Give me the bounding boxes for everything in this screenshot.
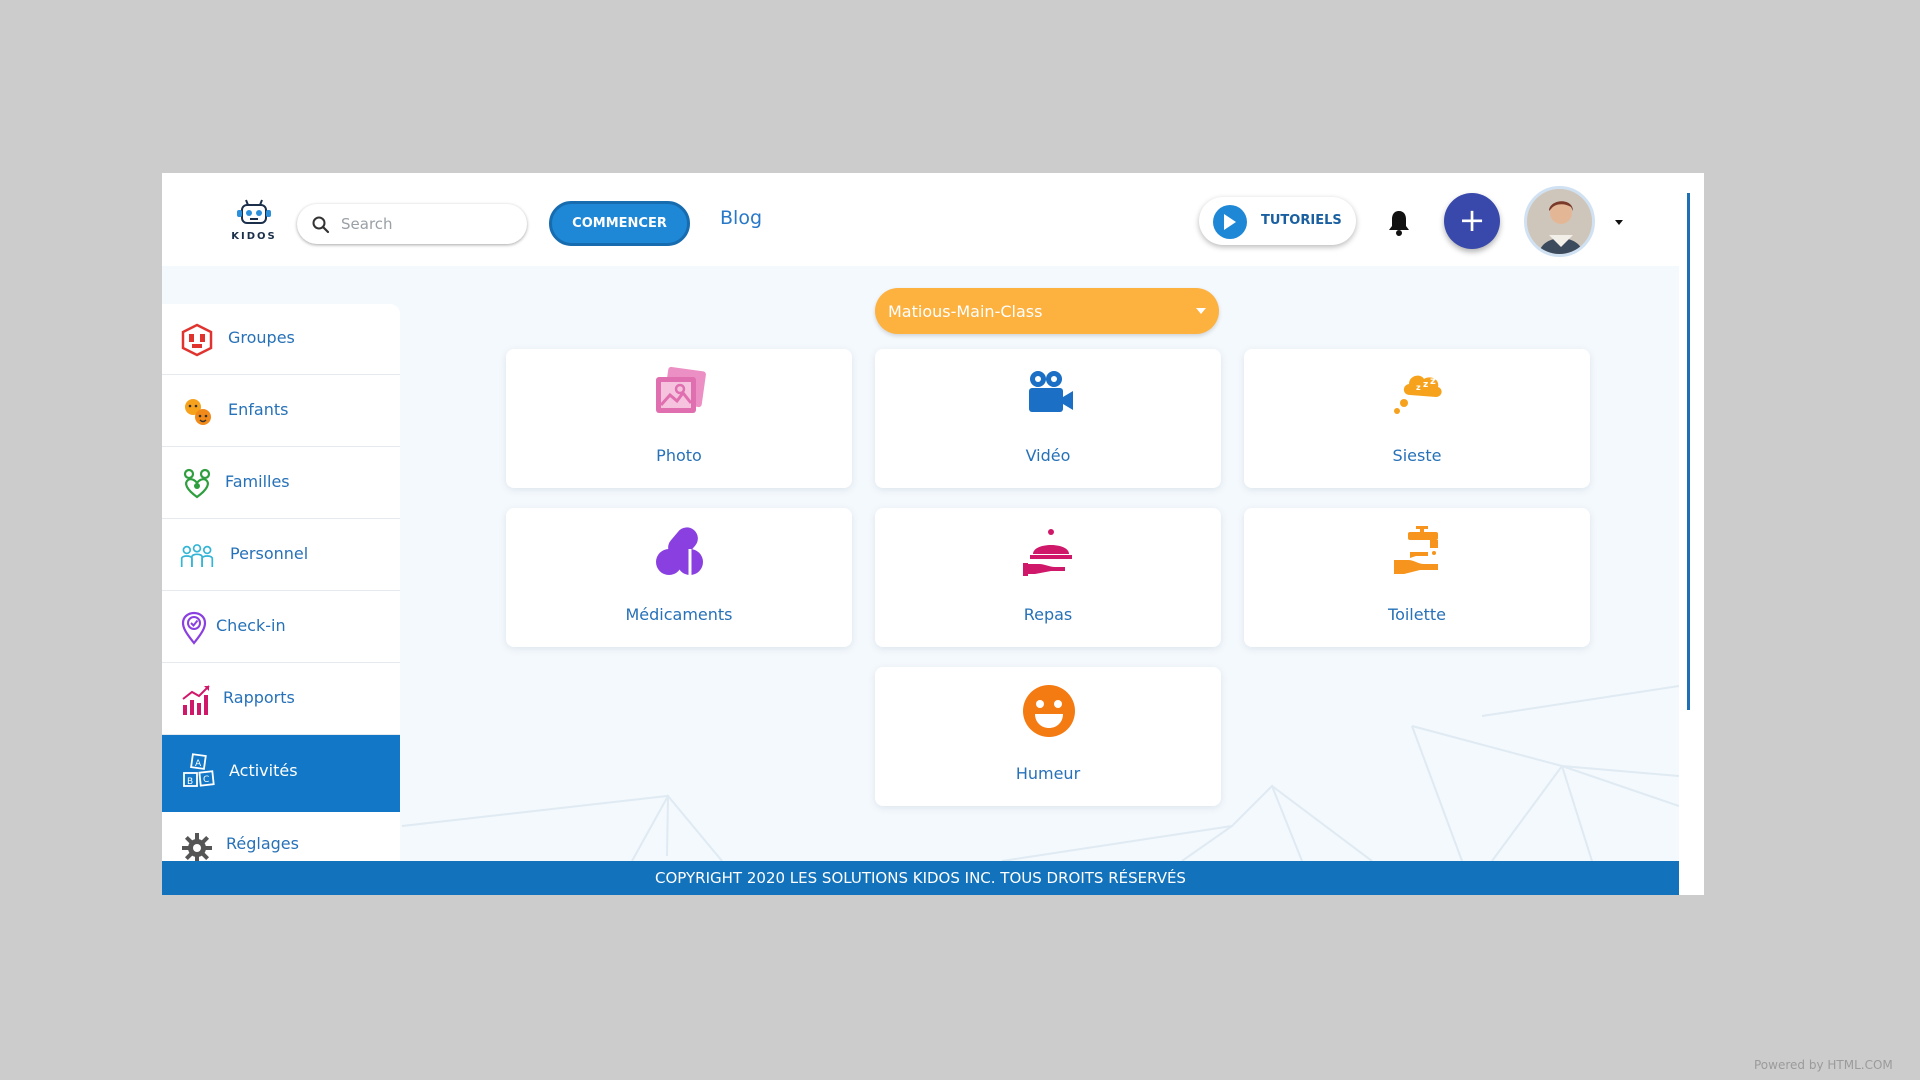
sidebar-item-activites[interactable]: A B C Activités (162, 735, 400, 812)
tutoriels-button[interactable]: TUTORIELS (1199, 197, 1356, 245)
abc-blocks-icon: A B C (183, 753, 215, 787)
activity-label: Toilette (1388, 605, 1446, 624)
sidebar-item-label: Familles (225, 472, 290, 491)
tutoriels-label: TUTORIELS (1261, 213, 1342, 228)
search-box (297, 204, 527, 244)
kidos-logo[interactable]: KIDOS (228, 199, 280, 245)
sidebar-item-label: Personnel (230, 544, 309, 563)
class-select-value: Matious-Main-Class (888, 302, 1043, 321)
top-bar: KIDOS COMMENCER Blog TUTORIELS + (162, 173, 1704, 266)
activity-tile-toilette[interactable]: Toilette (1244, 508, 1590, 647)
sidebar-item-label: Groupes (228, 328, 295, 347)
footer-copyright: COPYRIGHT 2020 LES SOLUTIONS KIDOS INC. … (162, 861, 1679, 895)
sidebar-item-personnel[interactable]: Personnel (162, 520, 400, 591)
groups-icon (181, 323, 213, 357)
sidebar-item-enfants[interactable]: Enfants (162, 376, 400, 447)
activity-tile-medicaments[interactable]: Médicaments (506, 508, 852, 647)
notification-bell-icon[interactable] (1386, 209, 1412, 237)
blog-link[interactable]: Blog (720, 207, 762, 229)
avatar-photo-icon (1527, 189, 1592, 254)
app-window: KIDOS COMMENCER Blog TUTORIELS + (162, 173, 1704, 895)
activity-tile-sieste[interactable]: z z z Sieste (1244, 349, 1590, 488)
sidebar-item-check-in[interactable]: Check-in (162, 592, 400, 663)
gear-icon (182, 833, 212, 861)
commencer-button[interactable]: COMMENCER (549, 201, 690, 246)
checkin-pin-icon (181, 611, 207, 645)
activity-label: Sieste (1392, 446, 1442, 465)
sidebar: Groupes Enfants Familles Personnel Check… (162, 304, 400, 861)
pills-icon (656, 527, 703, 575)
sidebar-item-groupes[interactable]: Groupes (162, 304, 400, 375)
staff-icon (180, 544, 214, 568)
sidebar-item-label: Enfants (228, 400, 289, 419)
vertical-scrollbar[interactable] (1687, 193, 1690, 710)
reports-chart-icon (182, 685, 210, 715)
chevron-down-icon[interactable] (1613, 218, 1625, 226)
sidebar-item-familles[interactable]: Familles (162, 448, 400, 519)
class-select-dropdown[interactable]: Matious-Main-Class (875, 288, 1219, 334)
robot-logo-icon (237, 199, 271, 224)
activity-label: Vidéo (1025, 446, 1071, 465)
photo-icon (656, 366, 706, 413)
families-icon (183, 468, 211, 499)
children-icon (185, 399, 211, 425)
svg-text:z: z (1423, 380, 1428, 390)
svg-text:z: z (1416, 383, 1421, 392)
activity-tile-humeur[interactable]: Humeur (875, 667, 1221, 806)
smiley-icon (1023, 685, 1075, 737)
sidebar-item-label: Rapports (223, 688, 295, 707)
search-input[interactable] (341, 213, 511, 235)
logo-text: KIDOS (231, 231, 277, 242)
sidebar-item-label: Réglages (226, 834, 299, 853)
svg-text:z: z (1430, 376, 1436, 387)
svg-text:A: A (195, 759, 202, 769)
chevron-down-icon (1196, 308, 1206, 314)
activity-tile-repas[interactable]: Repas (875, 508, 1221, 647)
sidebar-item-reglages[interactable]: Réglages (162, 812, 400, 861)
add-button[interactable]: + (1444, 193, 1500, 249)
activity-tile-photo[interactable]: Photo (506, 349, 852, 488)
activity-label: Humeur (1015, 764, 1081, 783)
search-icon (312, 216, 330, 234)
main-content: Groupes Enfants Familles Personnel Check… (162, 266, 1679, 861)
sidebar-item-label: Check-in (216, 616, 286, 635)
sidebar-item-rapports[interactable]: Rapports (162, 664, 400, 735)
video-camera-icon (1029, 371, 1073, 412)
powered-by-text: Powered by HTML.COM (1754, 1058, 1893, 1072)
nap-cloud-icon: z z z (1394, 375, 1442, 414)
activity-label: Repas (1023, 605, 1073, 624)
meal-cloche-icon (1023, 529, 1072, 576)
activity-label: Photo (656, 446, 702, 465)
activity-tile-video[interactable]: Vidéo (875, 349, 1221, 488)
play-icon (1213, 205, 1247, 239)
svg-text:B: B (187, 777, 193, 787)
sidebar-item-label: Activités (229, 761, 298, 780)
user-avatar[interactable] (1524, 186, 1595, 257)
activity-label: Médicaments (625, 605, 733, 624)
svg-text:C: C (203, 775, 209, 785)
hand-wash-icon (1394, 526, 1438, 574)
